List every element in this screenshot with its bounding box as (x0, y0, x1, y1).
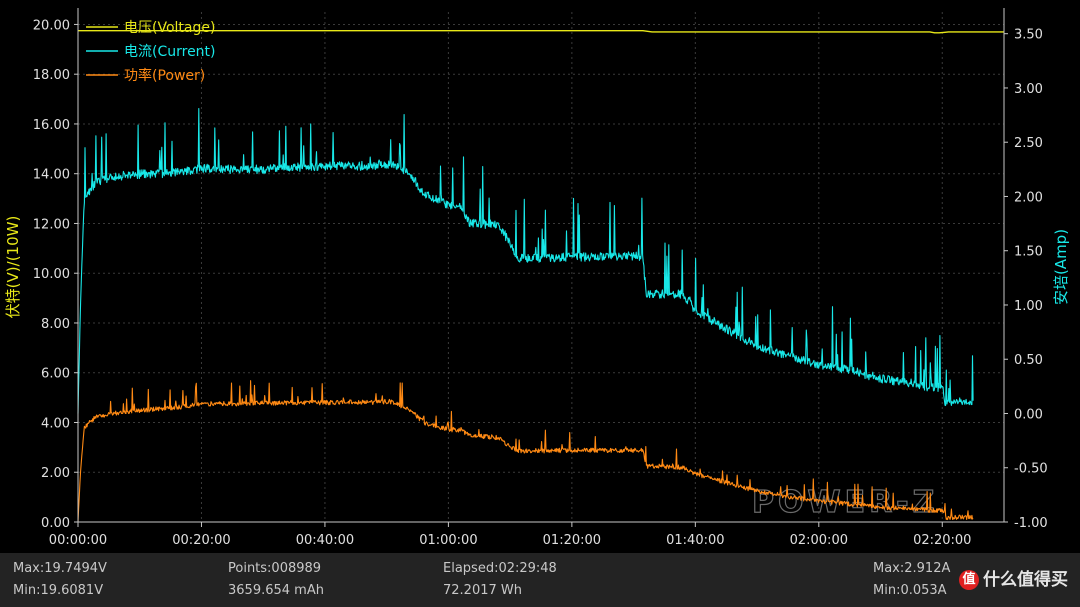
series-lines (77, 30, 1004, 523)
points-count: Points:008989 (228, 561, 322, 576)
left-tick-label: 2.00 (41, 466, 70, 481)
left-tick-label: 20.00 (33, 18, 70, 33)
elapsed-time: Elapsed:02:29:48 (443, 561, 557, 576)
max-voltage: Max:19.7494V (13, 561, 107, 576)
left-tick-label: 10.00 (33, 267, 70, 282)
left-tick-label: 18.00 (33, 68, 70, 83)
min-current: Min:0.053A (873, 583, 947, 598)
left-tick-label: 0.00 (41, 516, 70, 531)
chart-canvas: POWER-Z 0.002.004.006.008.0010.0012.0014… (4, 8, 1070, 548)
axes: 0.00 2.00 4.00 6.00 8.00 10.00 12.00 14.00 16.00… (4, 8, 1070, 548)
right-tick-label: 3.50 (1014, 28, 1043, 43)
right-tick-label: 2.50 (1014, 136, 1043, 151)
stats-footer: Max:19.7494V Min:19.6081V Points:008989 … (0, 553, 1080, 607)
series-line-1 (77, 108, 974, 414)
legend-label: 功率(Power) (124, 67, 205, 84)
right-tick-label: 0.50 (1014, 353, 1043, 368)
x-tick-label: 00:20:00 (172, 533, 230, 548)
min-voltage: Min:19.6081V (13, 583, 104, 598)
x-tick-label: 01:20:00 (543, 533, 601, 548)
legend: 电压(Voltage) 电流(Current) 功率(Power) (86, 20, 216, 84)
right-tick-label: 3.00 (1014, 82, 1043, 97)
series-line-0 (78, 30, 1004, 34)
max-current: Max:2.912A (873, 561, 951, 576)
legend-label: 电流(Current) (124, 44, 216, 60)
left-tick-label: 16.00 (33, 118, 70, 133)
x-tick-label: 00:00:00 (49, 533, 107, 548)
right-tick-label: 2.00 (1014, 190, 1043, 205)
right-tick-label: -1.00 (1014, 516, 1048, 531)
site-badge-icon: 值 (959, 570, 979, 590)
y-right-axis-title: 安培(Amp) (1052, 229, 1070, 305)
right-tick-label: 0.00 (1014, 407, 1043, 422)
site-watermark: 值什么值得买 (959, 565, 1068, 590)
x-tick-label: 00:40:00 (296, 533, 354, 548)
energy-wh: 72.2017 Wh (443, 583, 522, 598)
legend-label: 电压(Voltage) (124, 20, 215, 36)
capacity-mah: 3659.654 mAh (228, 583, 324, 598)
left-tick-label: 8.00 (41, 317, 70, 332)
x-tick-label: 02:20:00 (913, 533, 971, 548)
x-tick-label: 02:00:00 (790, 533, 848, 548)
site-watermark-text: 什么值得买 (983, 570, 1068, 590)
y-left-axis-title: 伏特(V)/(10W) (4, 216, 22, 319)
right-tick-label: 1.00 (1014, 299, 1043, 314)
right-tick-label: -0.50 (1014, 462, 1048, 477)
left-tick-label: 6.00 (41, 367, 70, 382)
x-tick-label: 01:00:00 (419, 533, 477, 548)
left-tick-label: 14.00 (33, 168, 70, 183)
left-tick-label: 4.00 (41, 416, 70, 431)
right-tick-label: 1.50 (1014, 245, 1043, 260)
left-tick-label: 12.00 (33, 217, 70, 232)
series-line-2 (77, 380, 974, 523)
x-tick-label: 01:40:00 (666, 533, 724, 548)
